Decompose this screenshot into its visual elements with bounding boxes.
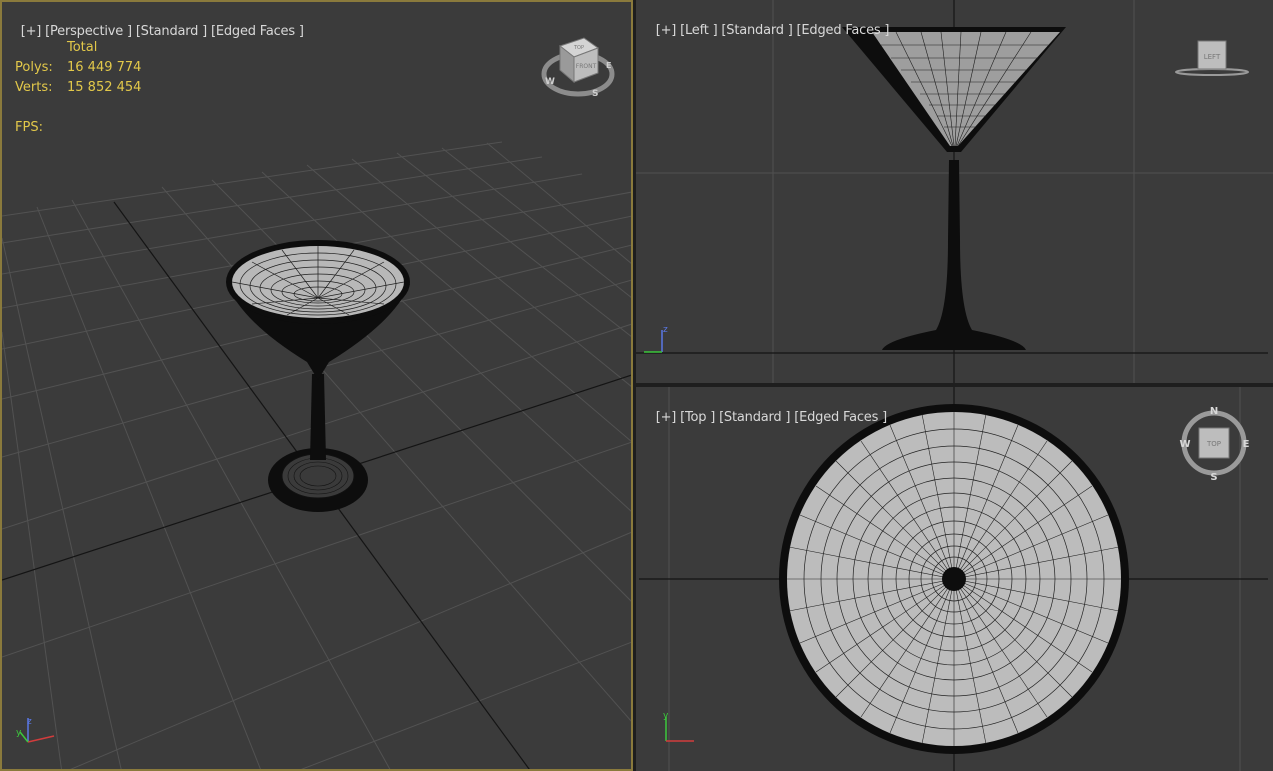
viewport-perspective[interactable]: TOP FRONT W S E z y [+] [Perspective ] […	[0, 0, 633, 771]
shading-menu[interactable]: [Standard ]	[136, 24, 207, 39]
viewport-menu-button[interactable]: [+]	[21, 24, 42, 39]
viewport-top[interactable]: TOP N S W E y [+] [Top ] [Standard ] [Ed…	[636, 387, 1273, 771]
stats-verts-value: 15 852 454	[67, 80, 142, 95]
svg-text:y: y	[16, 728, 22, 738]
stats-polys-row: Polys: 16 449 774	[15, 58, 141, 78]
stats-header: Total	[67, 40, 98, 55]
scene-statistics: Total Polys: 16 449 774 Verts: 15 852 45…	[15, 38, 141, 138]
viewport-label-left: [+] [Left ] [Standard ] [Edged Faces ]	[640, 8, 890, 53]
viewcube-left[interactable]: LEFT	[1175, 40, 1249, 76]
compass-south: S	[592, 89, 598, 99]
svg-text:y: y	[663, 711, 669, 721]
stats-verts-label: Verts:	[15, 80, 53, 95]
svg-text:z: z	[663, 325, 668, 335]
display-mode-menu[interactable]: [Edged Faces ]	[211, 24, 304, 39]
display-mode-menu-left[interactable]: [Edged Faces ]	[797, 23, 890, 38]
viewcube-top[interactable]: TOP N S W E	[1179, 406, 1249, 483]
compass-west: W	[545, 77, 555, 87]
view-type-menu[interactable]: [Perspective ]	[45, 24, 132, 39]
viewport-menu-button-top[interactable]: [+]	[656, 410, 677, 425]
viewcube-perspective[interactable]: TOP FRONT W S E	[541, 37, 615, 99]
martini-glass-left[interactable]	[842, 27, 1066, 350]
shading-menu-left[interactable]: [Standard ]	[721, 23, 792, 38]
viewcube-top-face-label: TOP	[1206, 440, 1221, 448]
viewport-label-top: [+] [Top ] [Standard ] [Edged Faces ]	[640, 395, 887, 440]
axis-tripod-perspective: z y	[16, 717, 55, 743]
stats-polys-value: 16 449 774	[67, 60, 142, 75]
martini-glass-perspective[interactable]	[226, 240, 410, 512]
view-type-menu-top[interactable]: [Top ]	[680, 410, 715, 425]
stats-verts-row: Verts: 15 852 454	[15, 78, 141, 98]
shading-menu-top[interactable]: [Standard ]	[719, 410, 790, 425]
axis-tripod-top: y	[663, 711, 694, 742]
top-canvas[interactable]: TOP N S W E y	[636, 387, 1273, 771]
display-mode-menu-top[interactable]: [Edged Faces ]	[794, 410, 887, 425]
compass-east-top: E	[1243, 439, 1250, 450]
viewport-menu-button-left[interactable]: [+]	[656, 23, 677, 38]
viewcube-left-label: LEFT	[1204, 53, 1221, 61]
compass-west-top: W	[1179, 439, 1190, 450]
compass-east: E	[606, 61, 611, 70]
viewcube-front-label: FRONT	[576, 63, 597, 70]
stats-polys-label: Polys:	[15, 60, 53, 75]
compass-south-top: S	[1210, 472, 1217, 483]
martini-glass-top[interactable]	[779, 404, 1129, 754]
compass-north: N	[1210, 406, 1218, 417]
stats-fps-label: FPS:	[15, 120, 43, 135]
left-canvas[interactable]: LEFT z	[636, 0, 1273, 383]
viewport-left[interactable]: LEFT z [+] [Left ] [Standard ] [Edged Fa…	[636, 0, 1273, 383]
axis-tripod-left: z	[644, 325, 668, 353]
view-type-menu-left[interactable]: [Left ]	[680, 23, 718, 38]
svg-text:z: z	[27, 717, 32, 727]
viewcube-top-label: TOP	[573, 45, 584, 51]
